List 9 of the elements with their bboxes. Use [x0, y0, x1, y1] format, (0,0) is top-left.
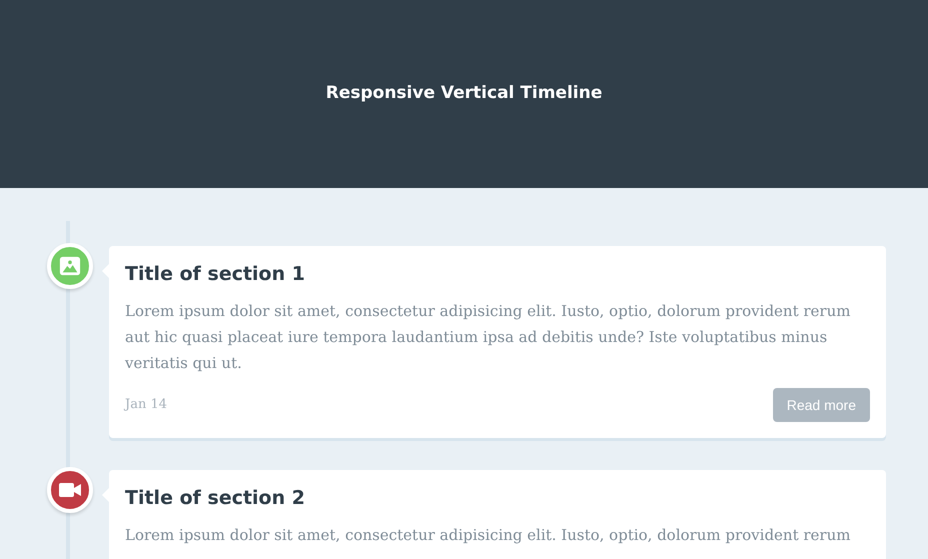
section-title: Title of section 1: [125, 262, 306, 286]
section-text: Lorem ipsum dolor sit amet, consectetur adipisicing elit. Iusto, optio, dolorum provident rerum: [125, 525, 852, 546]
read-more-button[interactable]: Read more: [772, 388, 870, 422]
picture-icon: [59, 255, 81, 277]
page-title: Responsive Vertical Timeline: [326, 82, 602, 106]
section-title: Title of section 2: [125, 486, 306, 510]
section-text: Lorem ipsum dolor sit amet, consectetur adipisicing elit. Iusto, optio, dolorum provident rerum aut hic quasi placeat iure tempora laudantium ipsa ad debitis unde? Iste voluptatibus minus veritatis qui ut.: [125, 301, 852, 374]
section-date: Jan 14: [125, 396, 168, 414]
video-camera-icon: [58, 481, 82, 499]
